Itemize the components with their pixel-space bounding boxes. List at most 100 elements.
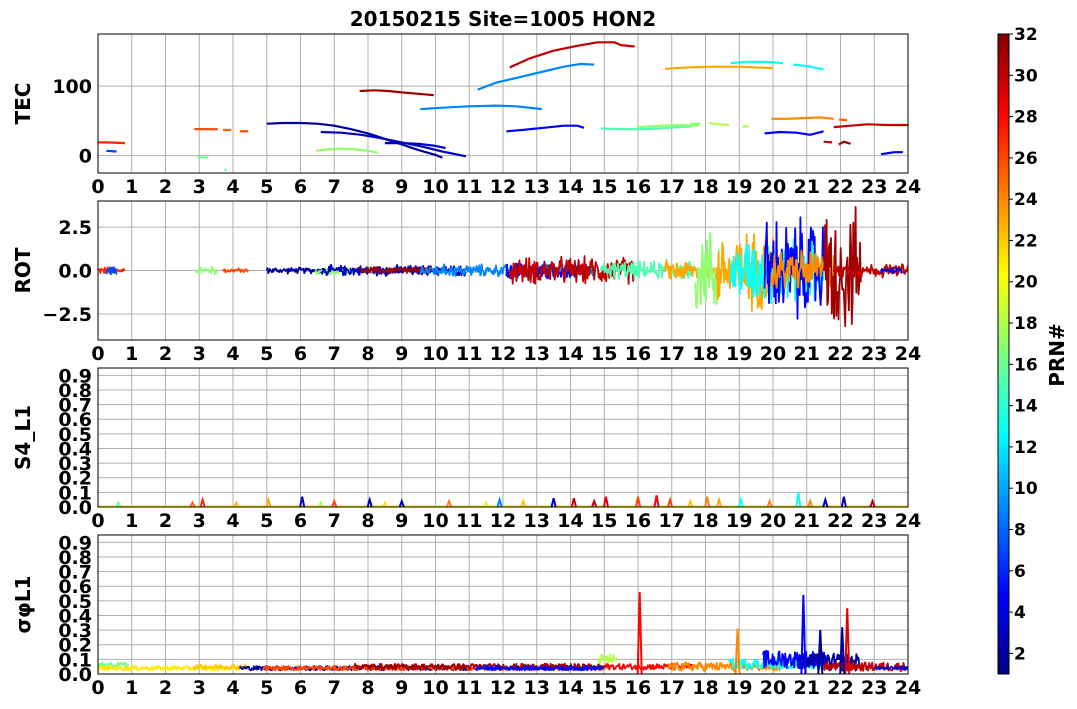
x-tick-label: 16 (625, 510, 651, 532)
x-tick-label: 19 (726, 677, 752, 699)
x-tick-label: 23 (861, 343, 887, 365)
x-tick-label: 6 (294, 176, 307, 198)
x-tick-label: 21 (794, 343, 820, 365)
x-tick-label: 13 (524, 510, 550, 532)
panel-3: 0 1 2 3 4 5 6 7 8 9 10 11 12 13 14 15 16 17 18 19 20 21 22 23 24… (11, 365, 921, 532)
colorbar-tick-label: 4 (1014, 603, 1026, 623)
panel-1: 0 1 2 3 4 5 6 7 8 9 10 11 12 13 14 15 16 17 18 19 20 21 22 23 24… (11, 33, 921, 198)
x-tick-label: 1 (125, 677, 138, 699)
x-tick-label: 10 (422, 343, 448, 365)
colorbar-tick-label: 10 (1014, 479, 1038, 499)
x-tick-label: 17 (659, 176, 685, 198)
series-line-prn-30 (823, 140, 833, 144)
x-tick-label: 4 (226, 677, 239, 699)
series-line-prn-24 (771, 116, 834, 120)
x-tick-label: 22 (827, 343, 853, 365)
y-tick-label: 0.9 (58, 532, 92, 554)
x-tick-label: 5 (260, 176, 273, 198)
series-line-prn-7 (106, 149, 117, 153)
colorbar-tick-label: 18 (1014, 314, 1038, 334)
x-tick-label: 16 (625, 176, 651, 198)
spike-prn-3 (550, 497, 557, 507)
x-tick-label: 11 (456, 677, 482, 699)
x-tick-label: 18 (692, 343, 718, 365)
x-tick-label: 7 (328, 176, 341, 198)
x-tick-label: 14 (557, 510, 583, 532)
x-tick-label: 7 (328, 510, 341, 532)
spike-prn-29 (844, 608, 851, 674)
colorbar-tick-label: 28 (1014, 108, 1038, 128)
colorbar-tick-label: 30 (1014, 66, 1038, 86)
colorbar-tick-label: 12 (1014, 438, 1038, 458)
series-line-prn-4 (880, 151, 903, 156)
panels: 0 1 2 3 4 5 6 7 8 9 10 11 12 13 14 15 16 17 18 19 20 21 22 23 24… (11, 33, 921, 699)
spike-prn-28 (653, 495, 660, 507)
x-tick-label: 20 (760, 677, 786, 699)
panel-2: 0 1 2 3 4 5 6 7 8 9 10 11 12 13 14 15 16 17 18 19 20 21 22 23 24… (11, 200, 921, 365)
y-tick-label: 0.9 (58, 365, 92, 387)
x-tick-label: 20 (760, 176, 786, 198)
series-line-prn-16 (197, 155, 208, 159)
x-tick-label: 14 (557, 176, 583, 198)
x-tick-label: 17 (659, 343, 685, 365)
series-line-prn-2 (266, 121, 443, 159)
x-tick-label: 17 (659, 677, 685, 699)
series-line-prn-31 (359, 89, 434, 97)
x-tick-label: 14 (557, 677, 583, 699)
panel-4: 0 1 2 3 4 5 6 7 8 9 10 11 12 13 14 15 16 17 18 19 20 21 22 23 24… (11, 532, 921, 699)
x-tick-label: 15 (591, 343, 617, 365)
x-tick-label: 5 (260, 677, 273, 699)
x-tick-label: 11 (456, 510, 482, 532)
x-tick-label: 21 (794, 510, 820, 532)
x-tick-label: 16 (625, 343, 651, 365)
series-line-prn-22 (192, 663, 248, 670)
x-tick-label: 21 (794, 677, 820, 699)
x-tick-label: 11 (456, 343, 482, 365)
y-axis-label: σφL1 (11, 576, 35, 634)
x-tick-label: 9 (395, 677, 408, 699)
series-line-prn-25 (838, 118, 848, 122)
colorbar-tick-label: 26 (1014, 149, 1038, 169)
x-tick-label: 8 (361, 343, 374, 365)
x-tick-label: 11 (456, 176, 482, 198)
x-tick-label: 10 (422, 510, 448, 532)
x-tick-label: 22 (827, 176, 853, 198)
colorbar-tick-label: 22 (1014, 231, 1038, 251)
spike-prn-2 (840, 496, 847, 507)
colorbar-tick-label: 6 (1014, 562, 1026, 582)
grid (97, 34, 909, 173)
grid (97, 368, 909, 508)
x-tick-label: 15 (591, 677, 617, 699)
x-tick-label: 22 (827, 510, 853, 532)
x-tick-label: 20 (760, 510, 786, 532)
x-tick-label: 13 (524, 343, 550, 365)
x-tick-label: 0 (91, 677, 104, 699)
x-tick-label: 3 (193, 510, 206, 532)
x-tick-label: 2 (159, 510, 172, 532)
x-tick-label: 8 (361, 677, 374, 699)
series-line-prn-17 (315, 147, 379, 154)
x-tick-label: 17 (659, 510, 685, 532)
grid (97, 535, 909, 675)
x-tick-label: 8 (361, 510, 374, 532)
x-tick-label: 9 (395, 343, 408, 365)
series-line-prn-18 (596, 653, 619, 665)
x-tick-label: 12 (490, 510, 516, 532)
x-tick-label: 18 (692, 677, 718, 699)
x-tick-label: 3 (193, 176, 206, 198)
x-tick-label: 1 (125, 510, 138, 532)
x-tick-label: 4 (226, 343, 239, 365)
x-tick-label: 22 (827, 677, 853, 699)
x-tick-label: 5 (260, 343, 273, 365)
x-tick-label: 3 (193, 343, 206, 365)
x-tick-label: 10 (422, 176, 448, 198)
x-tick-label: 9 (395, 510, 408, 532)
x-tick-label: 23 (861, 510, 887, 532)
x-tick-label: 6 (294, 343, 307, 365)
x-tick-label: 12 (490, 677, 516, 699)
x-tick-label: 5 (260, 510, 273, 532)
x-tick-label: 24 (895, 176, 921, 198)
x-tick-label: 10 (422, 677, 448, 699)
series-line-prn-27 (98, 141, 126, 145)
colorbar: 2468101214161820222426283032PRN# (997, 25, 1069, 675)
